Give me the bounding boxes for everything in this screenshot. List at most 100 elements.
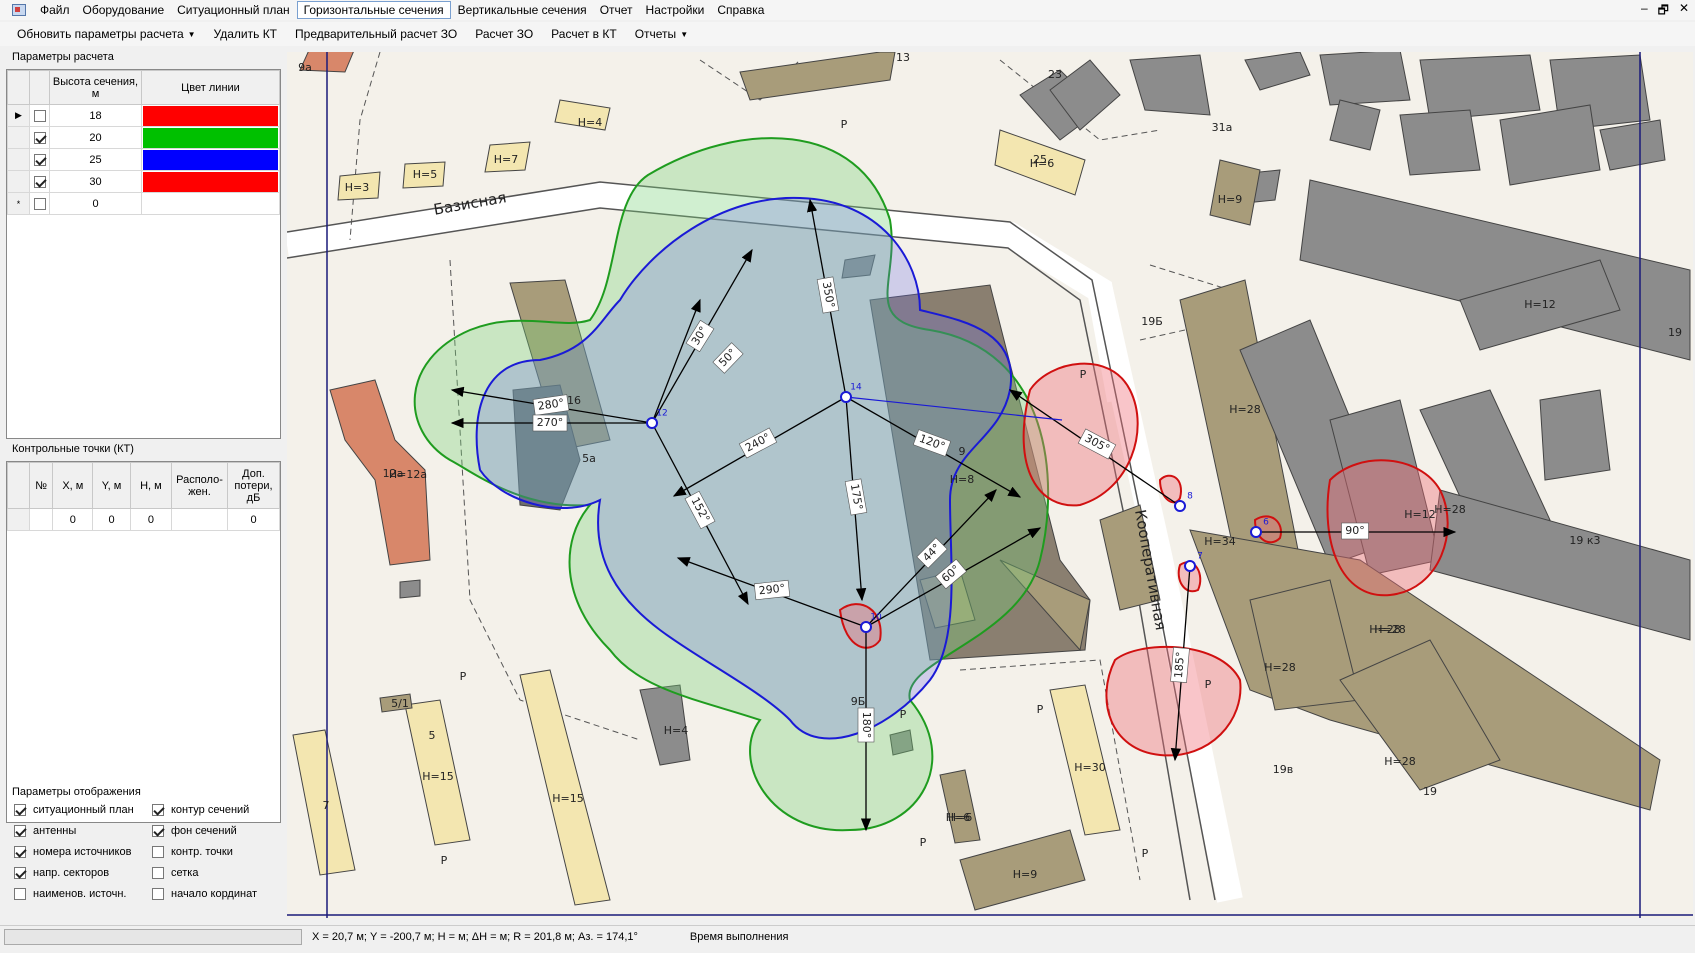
color-cell[interactable]	[141, 192, 280, 215]
menu-settings[interactable]: Настройки	[640, 2, 711, 18]
left-panel: Параметры расчета Высота сечения, м Цвет…	[0, 48, 284, 918]
map-svg[interactable]: 30°50°350°280°270°240°152°120°175°305°90…	[287, 52, 1693, 918]
checkbox-icon[interactable]	[152, 825, 164, 837]
color-cell[interactable]	[141, 170, 280, 193]
checkbox-icon[interactable]	[152, 846, 164, 858]
building-label: 19в	[1273, 763, 1293, 776]
building-label: Н=30	[1074, 761, 1106, 774]
menu-vertical-sections[interactable]: Вертикальные сечения	[452, 2, 593, 18]
table-row[interactable]: ▶ 18	[7, 104, 280, 127]
row-checkbox[interactable]	[29, 104, 50, 127]
table-row[interactable]: 30	[7, 170, 280, 193]
update-params-button[interactable]: Обновить параметры расчета ▼	[12, 25, 201, 43]
height-cell[interactable]: 25	[49, 148, 142, 171]
building-label: Н=34	[1204, 535, 1236, 548]
cp-cell-num[interactable]	[28, 508, 54, 531]
table-row[interactable]: 25	[7, 148, 280, 171]
checkbox-icon[interactable]	[33, 109, 46, 122]
building-label: Н=28	[1434, 503, 1466, 516]
building-label: 9а	[298, 61, 312, 74]
pre-calc-button[interactable]: Предварительный расчет ЗО	[290, 25, 462, 43]
color-cell[interactable]	[141, 126, 280, 149]
map-canvas[interactable]: 30° 50° 350° 280° 270° 240° 152° 120° 175° 305° 90…	[287, 52, 1693, 918]
color-cell[interactable]	[141, 148, 280, 171]
row-checkbox[interactable]	[29, 170, 50, 193]
display-option[interactable]: напр. секторов	[14, 867, 109, 879]
calc-zone-button[interactable]: Расчет ЗО	[470, 25, 538, 43]
delete-kt-button[interactable]: Удалить КТ	[209, 25, 282, 43]
checkbox-icon[interactable]	[152, 867, 164, 879]
building-label: Н=28	[1264, 661, 1296, 674]
menu-help[interactable]: Справка	[711, 2, 770, 18]
building-label: Н=12а	[389, 468, 427, 481]
display-option[interactable]: наименов. источн.	[14, 888, 126, 900]
cp-cell-y[interactable]: 0	[92, 508, 131, 531]
table-row[interactable]: 20	[7, 126, 280, 149]
building-label: Р	[1037, 703, 1044, 716]
row-checkbox[interactable]	[29, 192, 50, 215]
height-cell[interactable]: 0	[49, 192, 142, 215]
checkbox-icon[interactable]	[14, 846, 26, 858]
close-icon[interactable]: ✕	[1679, 1, 1689, 22]
table-row[interactable]: 0 0 0 0	[7, 508, 280, 531]
building	[1599, 119, 1666, 171]
checkbox-icon[interactable]	[152, 804, 164, 816]
row-header[interactable]: *	[7, 192, 30, 215]
checkbox-icon[interactable]	[33, 131, 46, 144]
display-option[interactable]: фон сечений	[152, 825, 237, 837]
calc-kt-button[interactable]: Расчет в КТ	[546, 25, 622, 43]
menu-horizontal-sections[interactable]: Горизонтальные сечения	[296, 1, 451, 19]
building-label: Н=6	[946, 811, 971, 824]
row-header[interactable]	[7, 126, 30, 149]
display-option[interactable]: номера источников	[14, 846, 131, 858]
cp-cell-loss[interactable]: 0	[227, 508, 280, 531]
cp-cell-location[interactable]	[171, 508, 228, 531]
row-header[interactable]	[7, 148, 30, 171]
display-option[interactable]: начало кординат	[152, 888, 257, 900]
display-option[interactable]: сетка	[152, 867, 198, 879]
menu-equipment[interactable]: Оборудование	[77, 2, 171, 18]
reports-button[interactable]: Отчеты ▼	[630, 25, 693, 43]
restore-icon[interactable]: 🗗	[1658, 1, 1669, 22]
coverage-zone-30m	[1158, 474, 1182, 504]
app-icon[interactable]	[12, 4, 26, 16]
menu-situation-plan[interactable]: Ситуационный план	[171, 2, 296, 18]
height-cell[interactable]: 30	[49, 170, 142, 193]
building	[739, 52, 896, 101]
row-checkbox[interactable]	[29, 126, 50, 149]
building-label: Н=12	[1524, 298, 1556, 311]
checkbox-icon[interactable]	[33, 153, 46, 166]
display-option[interactable]: контр. точки	[152, 846, 233, 858]
checkbox-icon[interactable]	[33, 175, 46, 188]
row-checkbox[interactable]	[29, 148, 50, 171]
color-swatch[interactable]	[143, 193, 278, 214]
cp-cell-h[interactable]: 0	[129, 508, 173, 531]
checkbox-icon[interactable]	[152, 888, 164, 900]
menu-report[interactable]: Отчет	[594, 2, 639, 18]
display-option[interactable]: контур сечений	[152, 804, 249, 816]
checkbox-icon[interactable]	[14, 867, 26, 879]
display-option[interactable]: ситуационный план	[14, 804, 134, 816]
cp-cell-x[interactable]: 0	[52, 508, 94, 531]
row-header[interactable]: ▶	[7, 104, 30, 127]
building-label: 5а	[582, 452, 596, 465]
checkbox-icon[interactable]	[33, 197, 46, 210]
height-cell[interactable]: 18	[49, 104, 142, 127]
color-swatch[interactable]	[143, 127, 278, 148]
minimize-icon[interactable]: –	[1641, 1, 1648, 22]
color-cell[interactable]	[141, 104, 280, 127]
color-swatch[interactable]	[143, 171, 278, 192]
menu-file[interactable]: Файл	[34, 2, 76, 18]
building-label: 16	[567, 394, 581, 407]
table-row[interactable]: * 0	[7, 192, 280, 215]
row-header[interactable]	[7, 508, 30, 531]
checkbox-icon[interactable]	[14, 804, 26, 816]
color-swatch[interactable]	[143, 149, 278, 170]
checkbox-icon[interactable]	[14, 888, 26, 900]
display-option[interactable]: антенны	[14, 825, 76, 837]
color-swatch[interactable]	[143, 105, 278, 126]
row-header[interactable]	[7, 170, 30, 193]
height-cell[interactable]: 20	[49, 126, 142, 149]
checkbox-icon[interactable]	[14, 825, 26, 837]
building-label: Н=12	[1404, 508, 1436, 521]
